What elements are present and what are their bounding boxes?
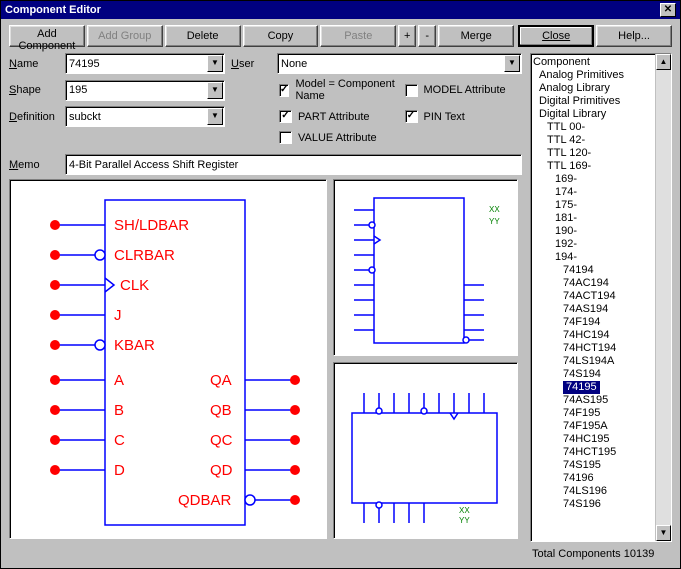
svg-text:QB: QB <box>210 402 232 419</box>
tree-item[interactable]: TTL 42- <box>531 134 671 147</box>
tree-item-selected[interactable]: 74195 <box>563 381 600 394</box>
tree-item[interactable]: 74LS194A <box>531 355 671 368</box>
tree-item[interactable]: 74LS196 <box>531 485 671 498</box>
tree-item[interactable]: Digital Library <box>531 108 671 121</box>
tree-scrollbar[interactable]: ▲ ▼ <box>655 54 671 541</box>
tree-item[interactable]: 74194 <box>531 264 671 277</box>
memo-input[interactable] <box>65 154 522 175</box>
tree-item[interactable]: 194- <box>531 251 671 264</box>
memo-label: Memo <box>9 159 59 171</box>
tree-item[interactable]: 74F195A <box>531 420 671 433</box>
merge-button[interactable]: Merge <box>438 25 514 47</box>
svg-text:KBAR: KBAR <box>114 337 155 354</box>
component-tree[interactable]: Component Analog Primitives Analog Libra… <box>530 53 672 542</box>
tree-item[interactable]: 74AC194 <box>531 277 671 290</box>
shape-combo[interactable]: 195▼ <box>65 80 225 101</box>
tree-item[interactable]: 192- <box>531 238 671 251</box>
tree-item[interactable]: 74HC195 <box>531 433 671 446</box>
svg-text:QC: QC <box>210 432 233 449</box>
tree-item[interactable]: Digital Primitives <box>531 95 671 108</box>
model-eq-label: Model = Component Name <box>295 78 396 102</box>
svg-text:D: D <box>114 462 125 479</box>
scroll-down-icon[interactable]: ▼ <box>656 525 671 541</box>
svg-text:YY: YY <box>459 516 470 525</box>
svg-text:J: J <box>114 307 122 324</box>
tree-item[interactable]: 74AS194 <box>531 303 671 316</box>
tree-item[interactable]: 175- <box>531 199 671 212</box>
shape-preview-main[interactable]: SH/LDBAR CLRBAR CLK <box>9 179 327 539</box>
tree-root[interactable]: Component <box>531 56 671 69</box>
svg-text:QA: QA <box>210 372 232 389</box>
tree-item[interactable]: 74S194 <box>531 368 671 381</box>
add-component-button[interactable]: Add Component <box>9 25 85 47</box>
pin-text-checkbox[interactable]: ✓ <box>405 110 418 123</box>
tree-item[interactable]: 74F195 <box>531 407 671 420</box>
tree-item[interactable]: 74HCT194 <box>531 342 671 355</box>
toolbar: Add Component Add Group Delete Copy Past… <box>1 19 680 53</box>
tree-item[interactable]: Analog Library <box>531 82 671 95</box>
window-close-button[interactable]: ✕ <box>660 3 676 17</box>
dropdown-icon[interactable]: ▼ <box>504 55 520 72</box>
dropdown-icon[interactable]: ▼ <box>207 108 223 125</box>
name-combo[interactable]: 74195▼ <box>65 53 225 74</box>
tree-item[interactable]: 74HC194 <box>531 329 671 342</box>
tree-item[interactable]: TTL 120- <box>531 147 671 160</box>
user-label: User <box>231 58 271 70</box>
model-attr-label: MODEL Attribute <box>424 84 506 96</box>
pin-text-label: PIN Text <box>424 111 465 123</box>
help-button[interactable]: Help... <box>596 25 672 47</box>
value-attr-checkbox[interactable] <box>279 131 292 144</box>
definition-label: Definition <box>9 111 59 123</box>
svg-text:XX: XX <box>489 205 500 214</box>
svg-text:SH/LDBAR: SH/LDBAR <box>114 217 189 234</box>
shape-label: Shape <box>9 84 59 96</box>
part-attr-checkbox[interactable]: ✓ <box>279 110 292 123</box>
tree-item[interactable]: Analog Primitives <box>531 69 671 82</box>
svg-text:CLK: CLK <box>120 277 149 294</box>
svg-text:CLRBAR: CLRBAR <box>114 247 175 264</box>
tree-item[interactable]: 74F194 <box>531 316 671 329</box>
shape-preview-alt1[interactable]: XX YY <box>333 179 518 356</box>
tree-item[interactable]: TTL 169- <box>531 160 671 173</box>
shape-preview-alt2[interactable]: XX YY <box>333 362 518 539</box>
paste-button[interactable]: Paste <box>320 25 396 47</box>
tree-item[interactable]: 190- <box>531 225 671 238</box>
svg-text:QD: QD <box>210 462 233 479</box>
copy-button[interactable]: Copy <box>243 25 319 47</box>
model-eq-checkbox[interactable]: ✓ <box>279 84 289 97</box>
svg-text:B: B <box>114 402 124 419</box>
svg-text:C: C <box>114 432 125 449</box>
tree-item[interactable]: 174- <box>531 186 671 199</box>
name-label: Name <box>9 58 59 70</box>
svg-text:YY: YY <box>489 217 500 226</box>
tree-item[interactable]: 74AS195 <box>531 394 671 407</box>
tree-item[interactable]: 169- <box>531 173 671 186</box>
delete-button[interactable]: Delete <box>165 25 241 47</box>
part-attr-label: PART Attribute <box>298 111 370 123</box>
dropdown-icon[interactable]: ▼ <box>207 55 223 72</box>
add-group-button[interactable]: Add Group <box>87 25 163 47</box>
svg-text:XX: XX <box>459 506 470 515</box>
window-title: Component Editor <box>5 4 101 16</box>
total-components-label: Total Components 10139 <box>530 542 672 560</box>
model-attr-checkbox[interactable] <box>405 84 418 97</box>
user-combo[interactable]: None▼ <box>277 53 522 74</box>
tree-item[interactable]: 74196 <box>531 472 671 485</box>
tree-item[interactable]: TTL 00- <box>531 121 671 134</box>
minus-button[interactable]: - <box>418 25 436 47</box>
tree-item[interactable]: 74S195 <box>531 459 671 472</box>
tree-item[interactable]: 181- <box>531 212 671 225</box>
tree-item[interactable]: 74ACT194 <box>531 290 671 303</box>
titlebar: Component Editor ✕ <box>1 1 680 19</box>
close-button[interactable]: Close <box>518 25 594 47</box>
tree-item[interactable]: 74S196 <box>531 498 671 511</box>
svg-text:QDBAR: QDBAR <box>178 492 232 509</box>
scroll-up-icon[interactable]: ▲ <box>656 54 671 70</box>
plus-button[interactable]: + <box>398 25 416 47</box>
dropdown-icon[interactable]: ▼ <box>207 82 223 99</box>
tree-item[interactable]: 74HCT195 <box>531 446 671 459</box>
svg-text:A: A <box>114 372 124 389</box>
definition-combo[interactable]: subckt▼ <box>65 106 225 127</box>
value-attr-label: VALUE Attribute <box>298 132 377 144</box>
